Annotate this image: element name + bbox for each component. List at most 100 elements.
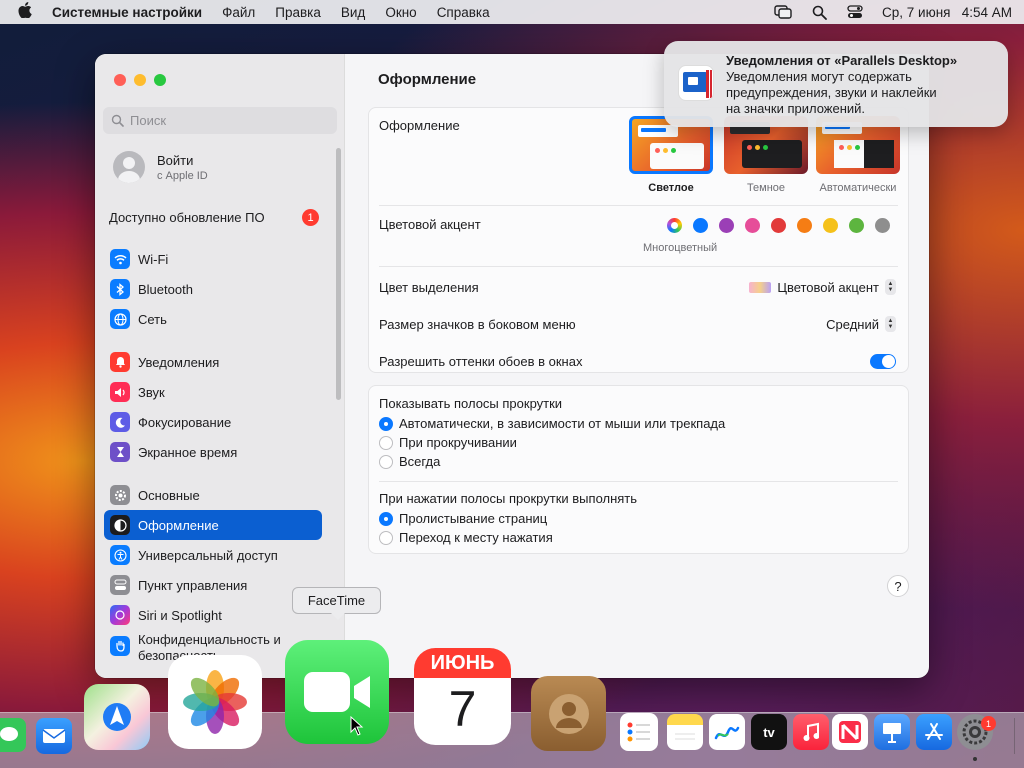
sidebar-scrollbar[interactable] xyxy=(336,148,341,400)
mouse-cursor-icon xyxy=(350,716,364,736)
theme-dark[interactable]: Темное xyxy=(724,116,808,194)
radio-label: Всегда xyxy=(399,454,441,469)
scrollbars-label: Показывать полосы прокрутки xyxy=(379,396,563,411)
sidebar-item-general[interactable]: Основные xyxy=(104,480,322,510)
radio-label: Автоматически, в зависимости от мыши или… xyxy=(399,416,726,431)
avatar xyxy=(113,151,145,183)
music-icon[interactable] xyxy=(793,714,829,750)
search-input[interactable]: Поиск xyxy=(103,107,337,134)
notification-line: предупреждения, звуки и наклейки xyxy=(726,85,937,100)
news-icon[interactable] xyxy=(832,714,868,750)
scroll-click-option-page[interactable]: Пролистывание страниц xyxy=(379,511,547,526)
sidebar-item-control-center[interactable]: Пункт управления xyxy=(104,570,322,600)
minimize-button[interactable] xyxy=(134,74,146,86)
help-button[interactable]: ? xyxy=(887,575,909,597)
accent-graphite[interactable] xyxy=(875,218,890,233)
menu-file[interactable]: Файл xyxy=(222,5,255,20)
sidebar-item-label: Основные xyxy=(138,487,200,503)
menu-help[interactable]: Справка xyxy=(437,5,490,20)
accent-blue[interactable] xyxy=(693,218,708,233)
scroll-click-option-spot[interactable]: Переход к месту нажатия xyxy=(379,530,553,545)
siri-icon xyxy=(110,605,130,625)
sidebar-item-focus[interactable]: Фокусирование xyxy=(104,407,322,437)
bell-icon xyxy=(110,352,130,372)
sidebar-item-sound[interactable]: Звук xyxy=(104,377,322,407)
moon-icon xyxy=(110,412,130,432)
scrollbars-option-always[interactable]: Всегда xyxy=(379,454,440,469)
spotlight-search-icon[interactable] xyxy=(810,5,828,20)
apple-tv-icon[interactable]: tv xyxy=(751,714,787,750)
reminders-icon[interactable] xyxy=(620,713,658,751)
accent-pink[interactable] xyxy=(745,218,760,233)
appearance-label: Оформление xyxy=(379,118,460,133)
menu-view[interactable]: Вид xyxy=(341,5,365,20)
apple-id-signin[interactable]: Войти с Apple ID xyxy=(113,151,208,183)
icon-size-label: Размер значков в боковом меню xyxy=(379,316,576,332)
theme-light[interactable]: Светлое xyxy=(629,116,713,194)
sidebar-item-notifications[interactable]: Уведомления xyxy=(104,347,322,377)
sidebar-item-label: Пункт управления xyxy=(138,577,248,593)
photos-icon[interactable] xyxy=(168,655,262,749)
sidebar-item-bluetooth[interactable]: Bluetooth xyxy=(104,274,322,304)
sidebar-item-label: Siri и Spotlight xyxy=(138,607,222,623)
sidebar-item-wifi[interactable]: Wi-Fi xyxy=(104,244,322,274)
sidebar-item-screen-time[interactable]: Экранное время xyxy=(104,437,322,467)
radio-button xyxy=(379,454,393,469)
sidebar-item-label: Оформление xyxy=(138,517,219,533)
accent-red[interactable] xyxy=(771,218,786,233)
theme-auto[interactable]: Автоматически xyxy=(816,116,900,194)
keynote-icon[interactable] xyxy=(874,714,910,750)
menu-edit[interactable]: Правка xyxy=(275,5,321,20)
menu-datetime[interactable]: Ср, 7 июня 4:54 AM xyxy=(882,5,1012,20)
parallels-icon xyxy=(678,65,714,101)
software-update-item[interactable]: Доступно обновление ПО 1 xyxy=(109,209,319,226)
wallpaper-tint-row: Разрешить оттенки обоев в окнах xyxy=(379,350,896,372)
menu-window[interactable]: Окно xyxy=(385,5,416,20)
sidebar-item-label: Bluetooth xyxy=(138,281,193,297)
radio-label: При прокручивании xyxy=(399,435,517,450)
notification-banner[interactable]: Уведомления от «Parallels Desktop» Уведо… xyxy=(664,41,1008,127)
icon-size-popup[interactable]: Средний ▲ ▼ xyxy=(826,316,896,332)
icon-size-row: Размер значков в боковом меню Средний ▲ ▼ xyxy=(379,313,896,335)
close-button[interactable] xyxy=(114,74,126,86)
highlight-popup[interactable]: Цветовой акцент ▲ ▼ xyxy=(749,279,896,295)
accent-green[interactable] xyxy=(849,218,864,233)
sidebar-item-label: Фокусирование xyxy=(138,414,232,430)
freeform-icon[interactable] xyxy=(709,714,745,750)
messages-icon[interactable] xyxy=(0,718,26,752)
mail-icon[interactable] xyxy=(36,718,72,754)
sidebar-item-label: Универсальный доступ xyxy=(138,547,278,563)
app-store-icon[interactable] xyxy=(916,714,952,750)
notification-line: Уведомления могут содержать xyxy=(726,69,912,84)
wallpaper-tint-label: Разрешить оттенки обоев в окнах xyxy=(379,353,583,369)
scrollbars-option-auto[interactable]: Автоматически, в зависимости от мыши или… xyxy=(379,416,725,431)
theme-label: Светлое xyxy=(648,182,694,194)
accent-orange[interactable] xyxy=(797,218,812,233)
appletv-label: tv xyxy=(763,724,775,740)
maps-icon[interactable] xyxy=(84,684,150,750)
zoom-button[interactable] xyxy=(154,74,166,86)
sidebar-item-accessibility[interactable]: Универсальный доступ xyxy=(104,540,322,570)
update-badge: 1 xyxy=(302,209,319,226)
wallpaper-tint-toggle[interactable] xyxy=(870,353,896,369)
calendar-month: ИЮНЬ xyxy=(414,648,511,678)
control-center-icon[interactable] xyxy=(846,5,864,19)
running-indicator xyxy=(973,757,977,761)
accent-multicolor[interactable] xyxy=(667,218,682,233)
sidebar-item-siri[interactable]: Siri и Spotlight xyxy=(104,600,322,630)
contacts-icon[interactable] xyxy=(531,676,606,751)
notes-icon[interactable] xyxy=(667,714,703,750)
divider xyxy=(379,481,898,482)
scrollbars-option-scrolling[interactable]: При прокручивании xyxy=(379,435,517,450)
apple-menu-icon[interactable] xyxy=(18,2,38,22)
accent-purple[interactable] xyxy=(719,218,734,233)
sidebar-item-label: Уведомления xyxy=(138,354,220,370)
menu-app-name[interactable]: Системные настройки xyxy=(52,5,202,20)
screen-mirroring-icon[interactable] xyxy=(774,5,792,19)
accent-yellow[interactable] xyxy=(823,218,838,233)
calendar-icon[interactable]: ИЮНЬ 7 xyxy=(414,648,511,745)
sidebar-item-appearance[interactable]: Оформление xyxy=(104,510,322,540)
facetime-icon[interactable] xyxy=(285,640,389,744)
accessibility-icon xyxy=(110,545,130,565)
sidebar-item-network[interactable]: Сеть xyxy=(104,304,322,334)
